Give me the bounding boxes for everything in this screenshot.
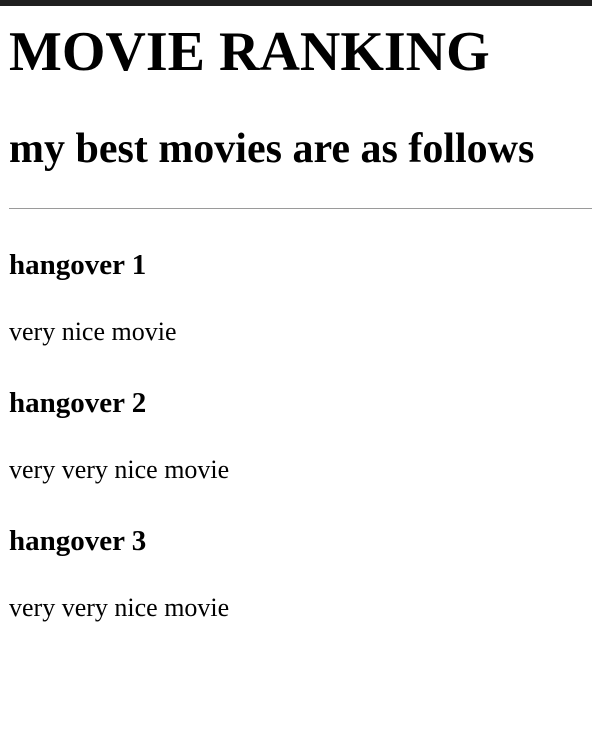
- movie-title: hangover 1: [9, 249, 147, 281]
- movie-title: hangover 3: [9, 525, 147, 557]
- page-subtitle: my best movies are as follows: [9, 126, 535, 172]
- movie-title: hangover 2: [9, 387, 147, 419]
- movie-description: very very nice movie: [9, 593, 230, 622]
- horizontal-divider: [9, 208, 592, 209]
- page-title: MOVIE RANKING: [9, 21, 490, 83]
- movie-description: very nice movie: [9, 317, 177, 346]
- movie-description: very very nice movie: [9, 455, 230, 484]
- browser-top-strip: [0, 0, 592, 6]
